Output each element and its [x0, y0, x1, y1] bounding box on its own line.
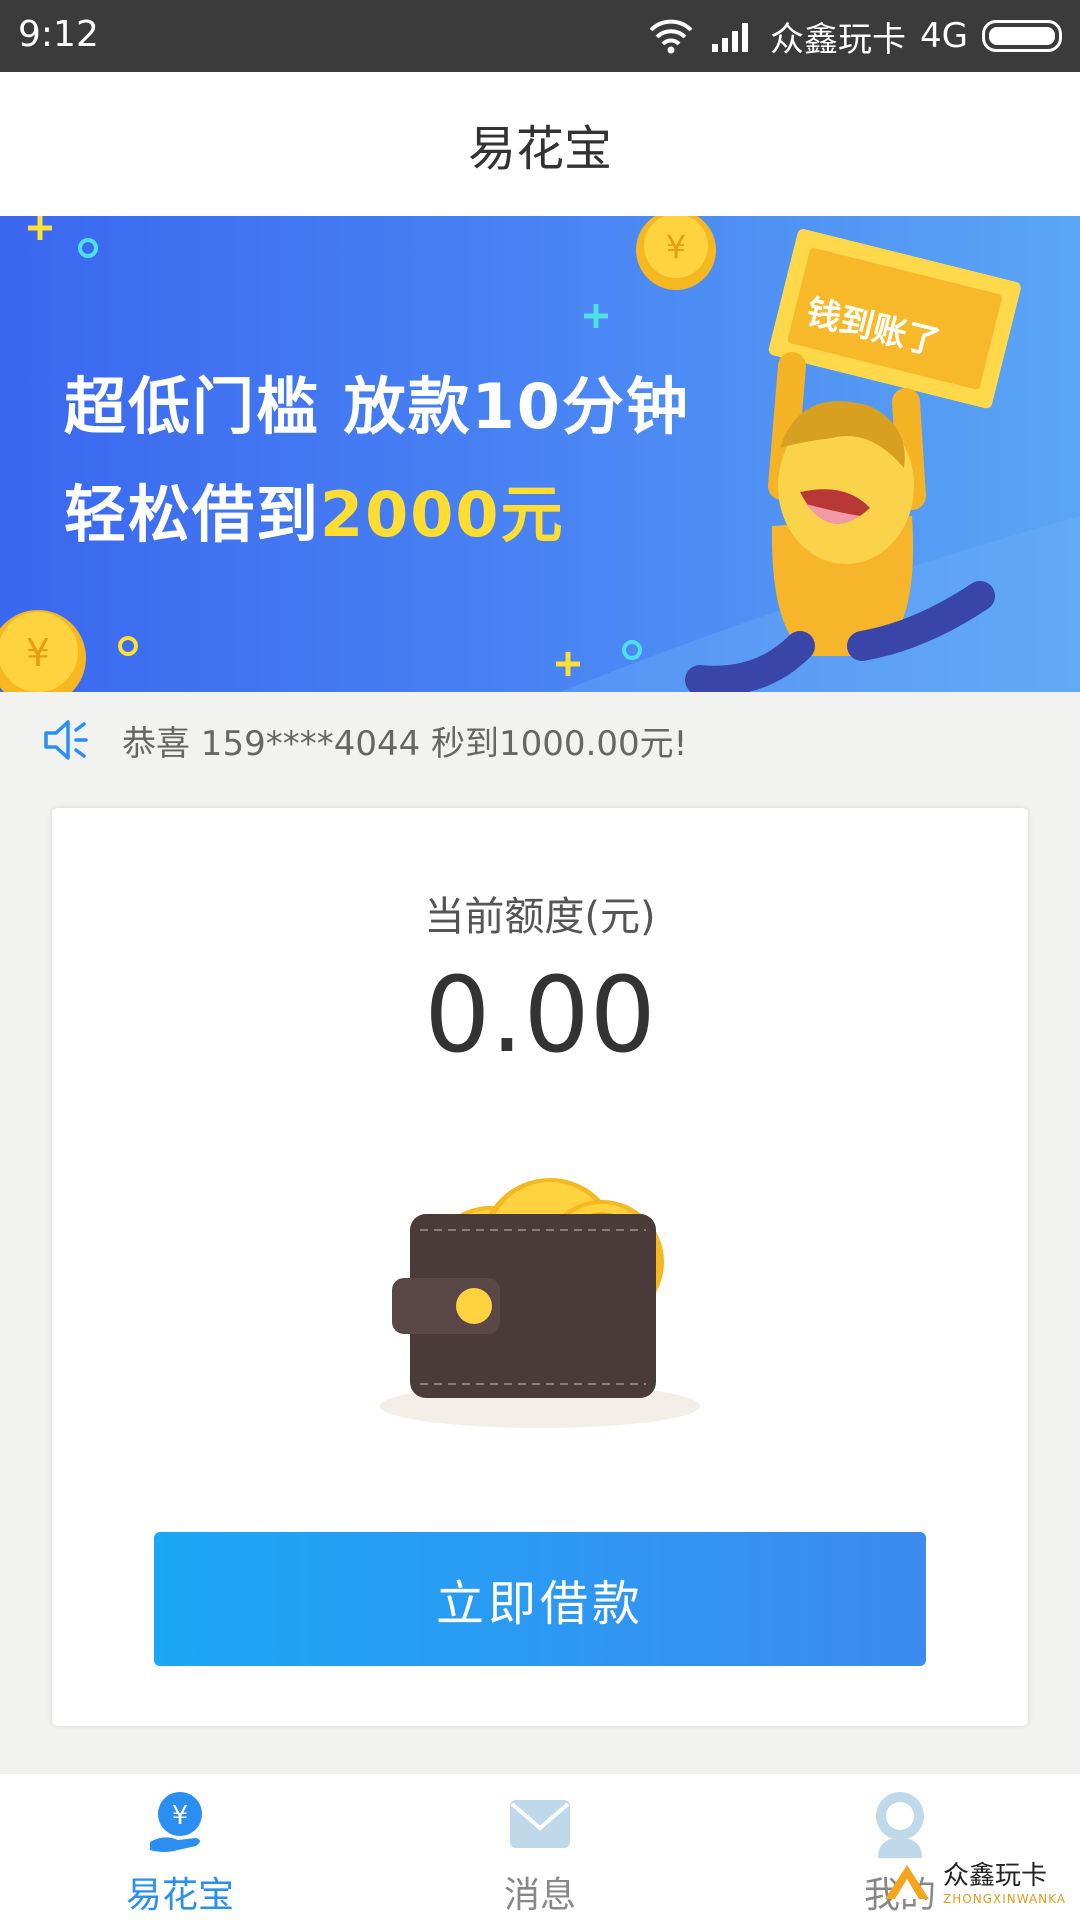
speaker-icon	[44, 720, 88, 760]
status-indicators: 众鑫玩卡 4G	[646, 10, 1062, 62]
svg-text:¥: ¥	[172, 1801, 189, 1831]
yen-hand-icon: ¥	[150, 1792, 202, 1852]
envelope-icon	[510, 1800, 570, 1848]
page-title: 易花宝	[467, 121, 612, 177]
notice-text: 恭喜 159****4044 秒到1000.00元!	[122, 723, 688, 764]
nav-label-messages: 消息	[503, 1875, 576, 1916]
banner-decoration: ¥ ¥	[0, 216, 1080, 692]
watermark-subtitle: ZHONGXINWANKA	[943, 1892, 1066, 1906]
nav-item-messages[interactable]: 消息	[360, 1774, 720, 1920]
banner-amount: 2000元	[320, 478, 565, 551]
wifi-icon	[649, 19, 693, 54]
quota-value: 0.00	[424, 954, 656, 1076]
promo-banner[interactable]: ¥ ¥ 超低门槛 放款10分钟 轻松借到2000元 钱到账了	[0, 216, 1080, 692]
status-bar: 9:12 众鑫玩卡 4G	[0, 0, 1080, 72]
app-header: 易花宝	[0, 72, 1080, 216]
user-icon	[876, 1792, 924, 1858]
coin-top: ¥	[636, 216, 716, 290]
banner-headline: 超低门槛 放款10分钟	[64, 370, 690, 443]
wallet-icon: ¥	[380, 1178, 700, 1428]
watermark-title: 众鑫玩卡	[943, 1861, 1048, 1891]
nav-item-home[interactable]: ¥ 易花宝	[0, 1774, 360, 1920]
network-type: 4G	[920, 16, 968, 56]
borrow-now-button[interactable]: 立即借款	[154, 1532, 926, 1666]
credit-card-panel: 当前额度(元) 0.00 ¥ 立即借款	[52, 808, 1028, 1726]
winner-notice-bar: 恭喜 159****4044 秒到1000.00元!	[0, 692, 1080, 788]
carrier-name: 众鑫玩卡	[770, 19, 907, 60]
watermark: 众鑫玩卡 ZHONGXINWANKA	[881, 1855, 1066, 1906]
svg-text:¥: ¥	[666, 228, 686, 266]
watermark-logo-icon	[885, 1864, 930, 1899]
banner-subheadline: 轻松借到2000元	[64, 464, 565, 554]
coin-bottom: ¥	[0, 610, 86, 692]
svg-text:¥: ¥	[26, 631, 50, 675]
nav-label-home: 易花宝	[125, 1875, 234, 1916]
battery-icon	[982, 20, 1062, 52]
signal-icon	[712, 23, 749, 52]
status-time: 9:12	[18, 14, 99, 55]
banner-subheadline-prefix: 轻松借到	[64, 478, 321, 551]
quota-label: 当前额度(元)	[424, 894, 656, 940]
